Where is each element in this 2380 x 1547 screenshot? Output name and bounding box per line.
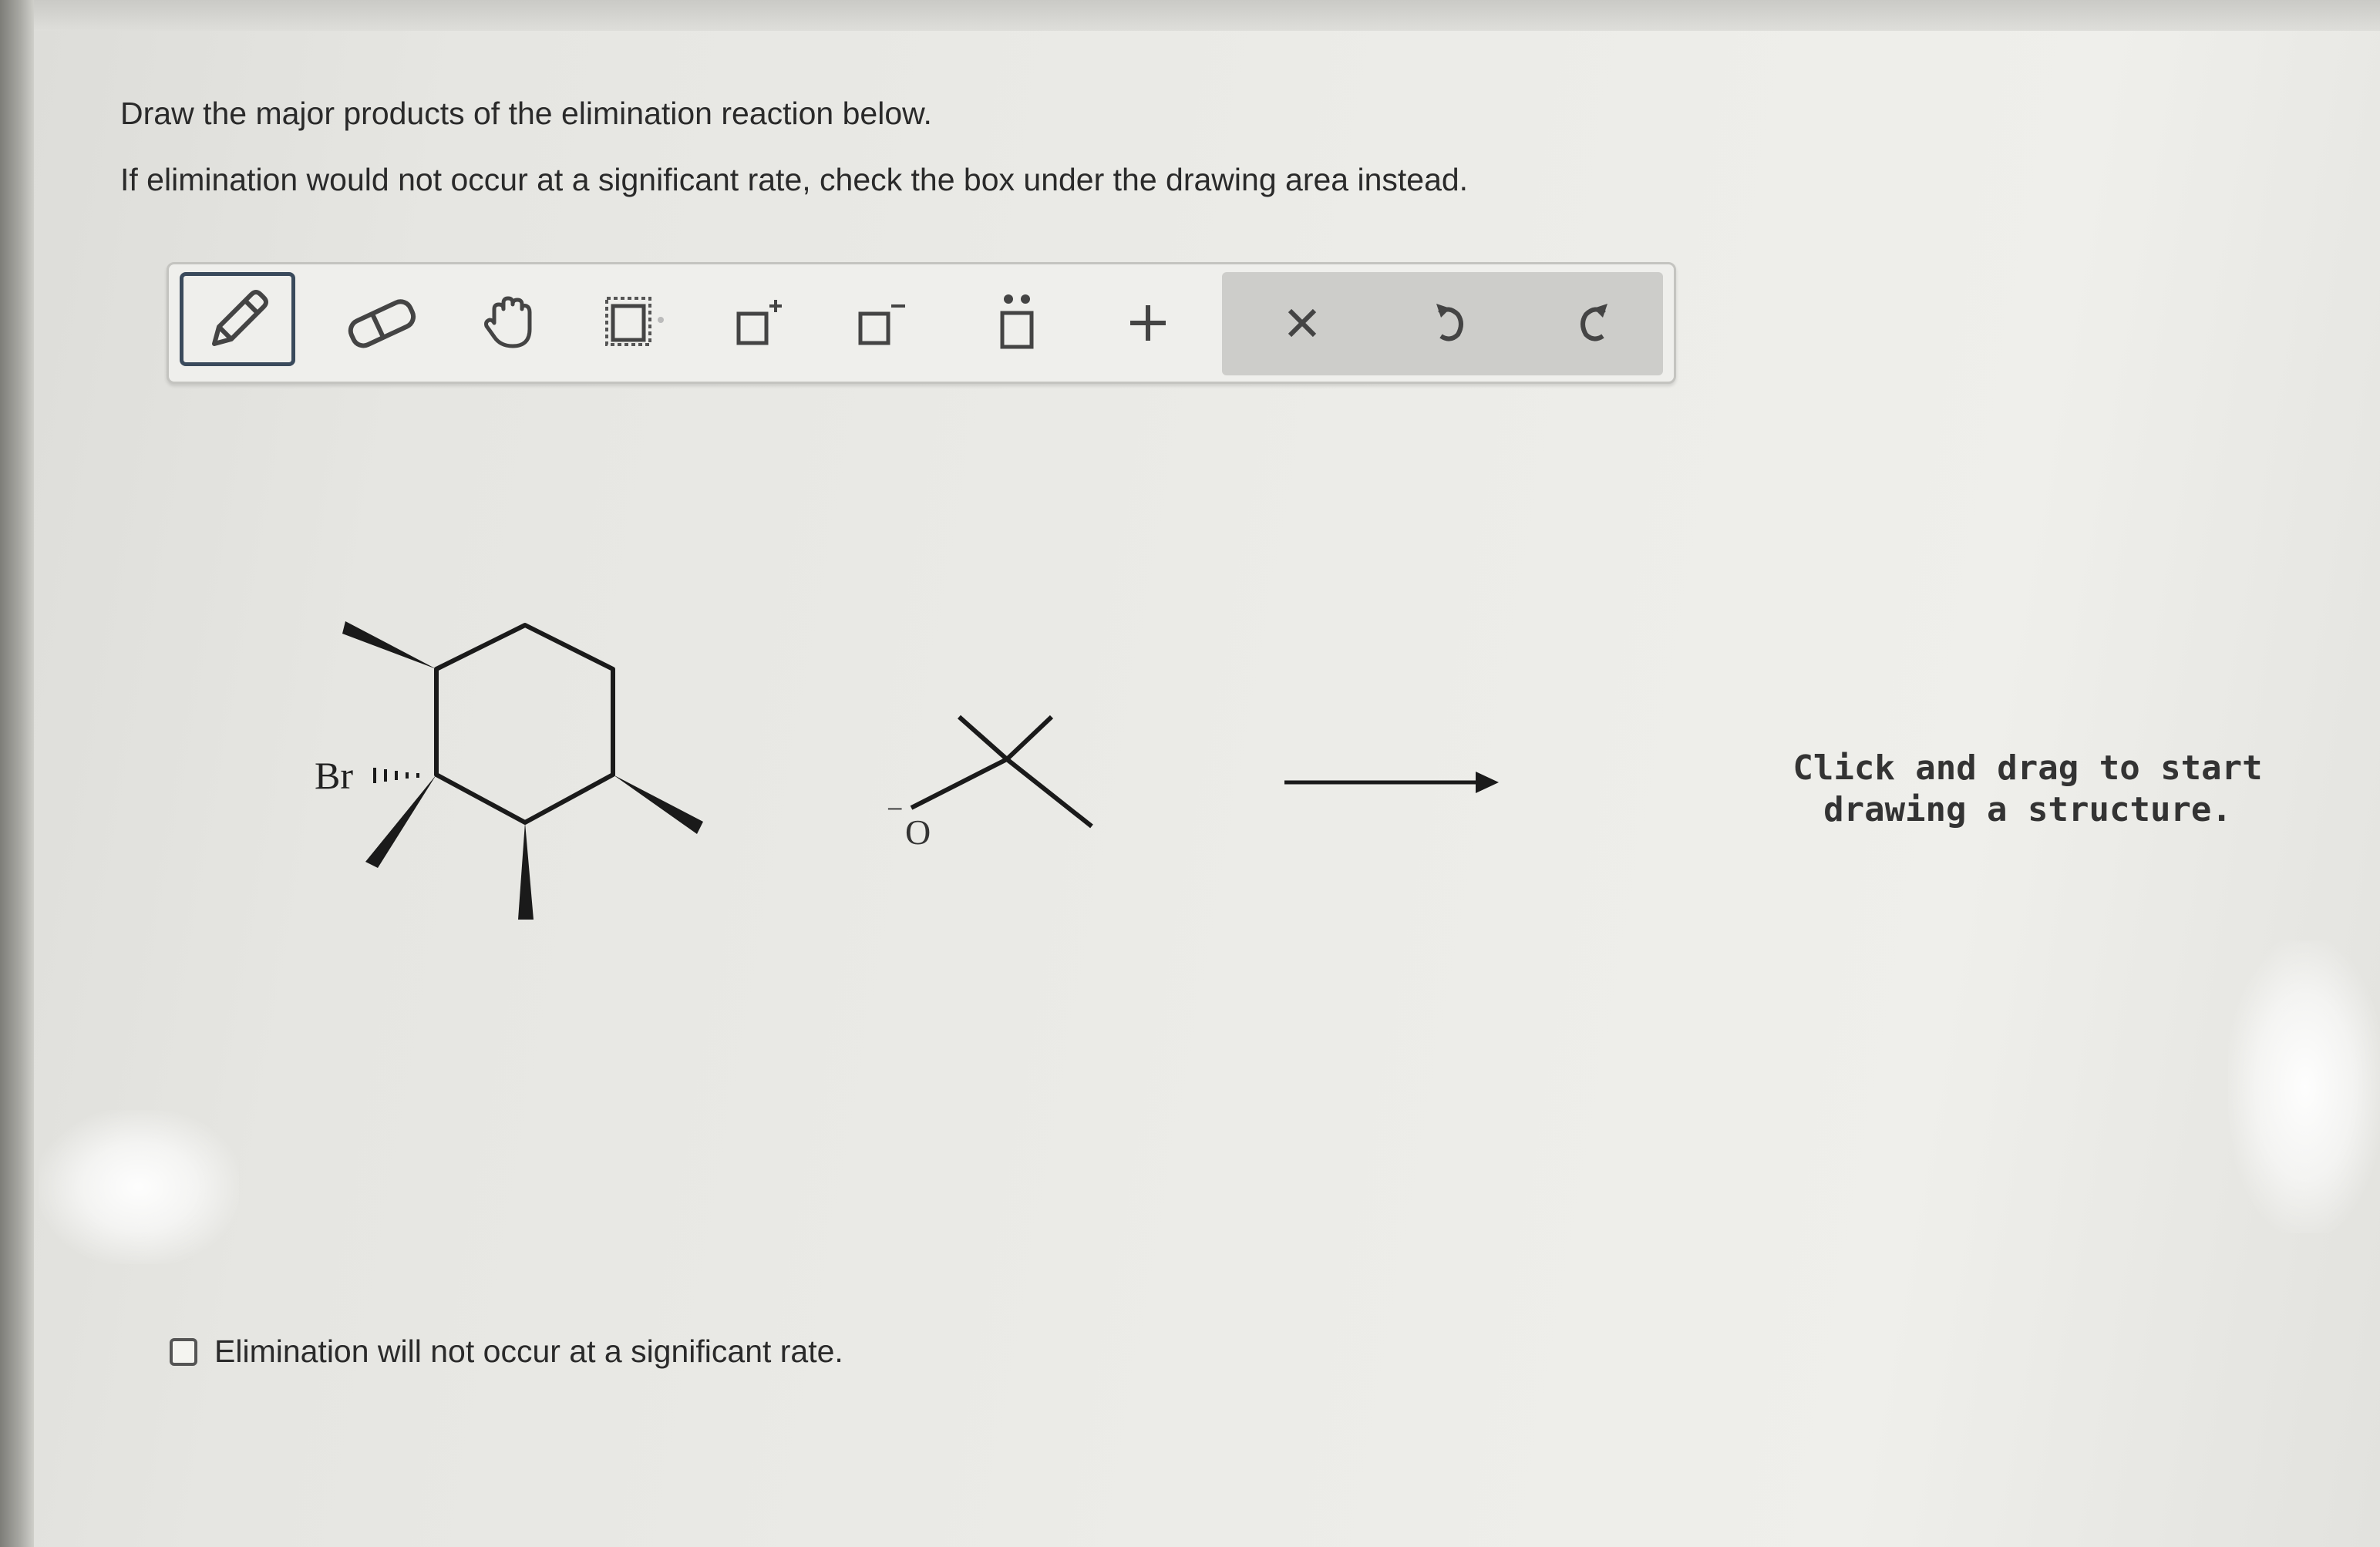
oxygen-label: O (905, 812, 931, 852)
no-elimination-label: Elimination will not occur at a signific… (214, 1333, 843, 1369)
wedge-bond-methyl-right (613, 775, 703, 834)
select-tool-button[interactable] (574, 264, 697, 382)
wedge-bond-methyl-bottom (518, 822, 534, 920)
hand-icon (479, 292, 540, 354)
add-icon (1121, 296, 1175, 350)
move-tool-button[interactable] (448, 264, 571, 382)
lone-pair-icon (990, 288, 1044, 358)
draw-tool-button[interactable] (180, 272, 295, 366)
base-charge-label: − (887, 793, 903, 826)
undo-icon (1426, 296, 1472, 350)
drawing-toolbar (167, 262, 1676, 384)
eraser-icon (343, 292, 420, 354)
positive-charge-icon (729, 292, 791, 354)
pencil-icon (200, 282, 274, 356)
drawing-area-hint: Click and drag to start drawing a struct… (1793, 748, 2263, 829)
select-box-icon (601, 292, 670, 354)
undo-button[interactable] (1379, 264, 1518, 382)
negative-charge-icon (851, 292, 913, 354)
screen-glare (2228, 940, 2380, 1233)
reaction-arrow (1284, 772, 1499, 793)
wedge-bond-methyl-left (365, 775, 436, 868)
question-text-1: Draw the major products of the eliminati… (120, 96, 932, 131)
drawing-canvas[interactable]: Br − O (34, 401, 2380, 1349)
redo-button[interactable] (1526, 264, 1665, 382)
no-elimination-checkbox[interactable] (170, 1337, 197, 1366)
wedge-bond-methyl-top (342, 621, 436, 669)
negative-charge-tool-button[interactable] (820, 264, 944, 382)
lone-pair-tool-button[interactable] (955, 264, 1079, 382)
clear-icon (1279, 300, 1325, 346)
bromine-label: Br (315, 754, 353, 797)
eraser-tool-button[interactable] (320, 264, 443, 382)
add-tool-button[interactable] (1086, 264, 1210, 382)
screen-bezel-top (34, 0, 2380, 31)
no-elimination-option[interactable]: Elimination will not occur at a signific… (170, 1333, 843, 1370)
positive-charge-tool-button[interactable] (699, 264, 822, 382)
base-tert-butoxide: − O (887, 715, 1093, 852)
reactant-cyclohexane: Br (315, 621, 703, 920)
screen-glare (39, 1110, 239, 1264)
hash-bond-br (373, 768, 419, 783)
question-text-2: If elimination would not occur at a sign… (120, 162, 1469, 197)
clear-button[interactable] (1233, 264, 1372, 382)
screen: Draw the major products of the eliminati… (0, 0, 2380, 1547)
screen-bezel-left (0, 0, 34, 1547)
redo-icon (1572, 296, 1618, 350)
